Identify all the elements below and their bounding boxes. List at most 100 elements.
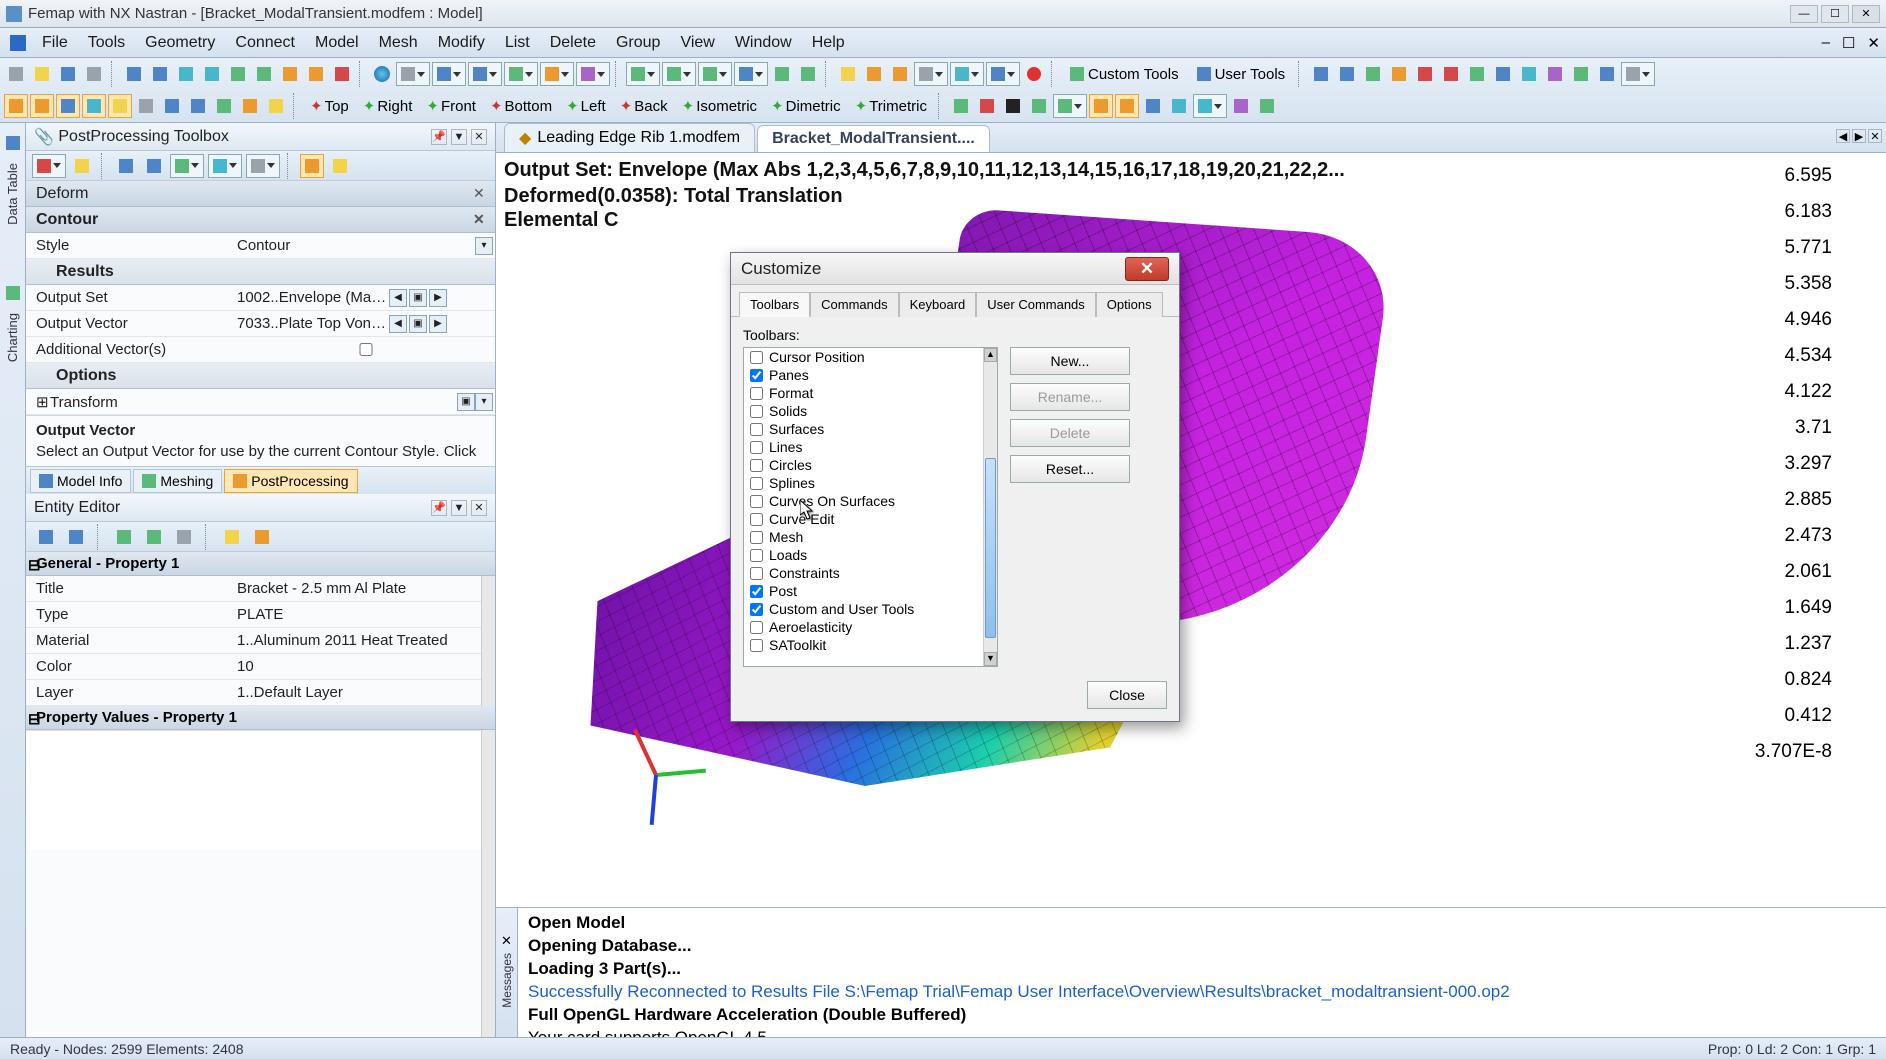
toolbar-list-item[interactable]: Lines: [744, 438, 983, 456]
prop-value[interactable]: 1..Default Layer: [231, 684, 495, 701]
pane-3-icon[interactable]: [56, 94, 80, 118]
view-back[interactable]: ✦Back: [614, 94, 674, 118]
toolbar-checkbox[interactable]: [750, 549, 763, 562]
menu-window[interactable]: Window: [725, 30, 802, 56]
view-front[interactable]: ✦Front: [420, 94, 482, 118]
toolbar-checkbox[interactable]: [750, 387, 763, 400]
post-3-icon[interactable]: [1001, 94, 1025, 118]
view-trimetric[interactable]: ✦Trimetric: [849, 94, 933, 118]
toolbar-list-item[interactable]: Post: [744, 582, 983, 600]
menu-geometry[interactable]: Geometry: [135, 30, 225, 56]
menu-view[interactable]: View: [670, 30, 724, 56]
dialog-tab-user-commands[interactable]: User Commands: [976, 292, 1096, 317]
toolbar-checkbox[interactable]: [750, 369, 763, 382]
transform-expand-icon[interactable]: ⊞: [36, 393, 48, 411]
messages-close-icon[interactable]: ✕: [499, 933, 515, 949]
check-icon[interactable]: [862, 62, 886, 86]
dialog-tab-options[interactable]: Options: [1096, 292, 1163, 317]
section-deform[interactable]: Deform ✕: [26, 181, 495, 207]
doc-tab-bracket[interactable]: Bracket_ModalTransient....: [757, 125, 990, 152]
ee-close-icon[interactable]: ✕: [471, 500, 487, 516]
post-1-icon[interactable]: [949, 94, 973, 118]
tb-icon-3[interactable]: [226, 62, 250, 86]
propvals-collapse-icon[interactable]: ⊟: [28, 710, 42, 728]
rename-toolbar-button[interactable]: Rename...: [1010, 383, 1130, 411]
toolbar-list-item[interactable]: Custom and User Tools: [744, 600, 983, 618]
toolbar-list-item[interactable]: Cursor Position: [744, 348, 983, 366]
menu-list[interactable]: List: [495, 30, 540, 56]
tab-model-info[interactable]: Model Info: [30, 469, 131, 493]
post-8-icon[interactable]: [1167, 94, 1191, 118]
stop-icon[interactable]: [1022, 62, 1046, 86]
view-isometric[interactable]: ✦Isometric: [676, 94, 763, 118]
toolbar-list-item[interactable]: Mesh: [744, 528, 983, 546]
post-10-icon[interactable]: [1255, 94, 1279, 118]
tb-icon-2[interactable]: [200, 62, 224, 86]
output-vector-next-icon[interactable]: ▶: [429, 315, 447, 333]
pp-btn-5[interactable]: [328, 154, 352, 178]
window-vsplit-icon[interactable]: [1387, 62, 1411, 86]
pane-5-icon[interactable]: [108, 94, 132, 118]
toolbar-checkbox[interactable]: [750, 495, 763, 508]
zoom-in-icon[interactable]: [770, 62, 794, 86]
measure-icon[interactable]: [836, 62, 860, 86]
ee-btn-7[interactable]: [250, 525, 274, 549]
message-line[interactable]: Successfully Reconnected to Results File…: [528, 981, 1876, 1004]
toolbar-checkbox[interactable]: [750, 441, 763, 454]
pane-4-icon[interactable]: [82, 94, 106, 118]
close-panel-icon[interactable]: ✕: [471, 129, 487, 145]
ee-btn-1[interactable]: [34, 525, 58, 549]
pane-1-icon[interactable]: [4, 94, 28, 118]
add-vectors-checkbox[interactable]: [237, 343, 495, 356]
pane-8-icon[interactable]: [186, 94, 210, 118]
pp-btn-2[interactable]: [114, 154, 138, 178]
ee-btn-4[interactable]: [142, 525, 166, 549]
pane-7-icon[interactable]: [160, 94, 184, 118]
messages-tab[interactable]: ✕ Messages: [496, 908, 518, 1037]
output-set-next-icon[interactable]: ▶: [429, 289, 447, 307]
menu-help[interactable]: Help: [802, 30, 855, 56]
zoom-dropdown[interactable]: [698, 62, 732, 86]
grid-5-icon[interactable]: [1569, 62, 1593, 86]
open-icon[interactable]: [30, 62, 54, 86]
toolbar-list-item[interactable]: Curve Edit: [744, 510, 983, 528]
toolbar-checkbox[interactable]: [750, 639, 763, 652]
post-7-icon[interactable]: [1141, 94, 1165, 118]
output-set-value[interactable]: 1002..Envelope (Max Abs 1,2,3,...): [237, 289, 387, 306]
pin-icon[interactable]: 📌: [431, 129, 447, 145]
menu-group[interactable]: Group: [606, 30, 670, 56]
deform-close-icon[interactable]: ✕: [473, 185, 489, 201]
new-toolbar-button[interactable]: New...: [1010, 347, 1130, 375]
toolbar-checkbox[interactable]: [750, 477, 763, 490]
fit-dropdown[interactable]: [734, 62, 768, 86]
pp-dd-1[interactable]: [32, 154, 66, 178]
grid-3-icon[interactable]: [1517, 62, 1541, 86]
tb-icon-7[interactable]: [330, 62, 354, 86]
scroll-up-icon[interactable]: ▲: [984, 348, 997, 362]
menu-connect[interactable]: Connect: [225, 30, 305, 56]
post-4-icon[interactable]: [1027, 94, 1051, 118]
custom-tools-button[interactable]: Custom Tools: [1062, 62, 1187, 86]
post-2-icon[interactable]: [975, 94, 999, 118]
view-right[interactable]: ✦Right: [357, 94, 419, 118]
transform-list-icon[interactable]: ▣: [457, 393, 475, 411]
layer-dropdown[interactable]: [986, 62, 1020, 86]
window-hsplit-icon[interactable]: [1361, 62, 1385, 86]
menu-tools[interactable]: Tools: [78, 30, 135, 56]
menu-delete[interactable]: Delete: [540, 30, 606, 56]
menu-file[interactable]: File: [32, 30, 78, 56]
user-tools-button[interactable]: User Tools: [1189, 62, 1294, 86]
pan-dropdown[interactable]: [662, 62, 696, 86]
toolbar-checkbox[interactable]: [750, 603, 763, 616]
toolbar-checkbox[interactable]: [750, 405, 763, 418]
png-icon[interactable]: [1413, 62, 1437, 86]
post-9-icon[interactable]: [1229, 94, 1253, 118]
toolbars-listbox[interactable]: Cursor PositionPanesFormatSolidsSurfaces…: [743, 347, 998, 667]
toolbar-checkbox[interactable]: [750, 621, 763, 634]
toolbar-list-item[interactable]: Aeroelasticity: [744, 618, 983, 636]
view-left[interactable]: ✦Left: [560, 94, 612, 118]
pane-6-icon[interactable]: [134, 94, 158, 118]
ee-dropdown-icon[interactable]: ▼: [451, 500, 467, 516]
sort-dropdown[interactable]: [468, 62, 502, 86]
pane-11-icon[interactable]: [264, 94, 288, 118]
